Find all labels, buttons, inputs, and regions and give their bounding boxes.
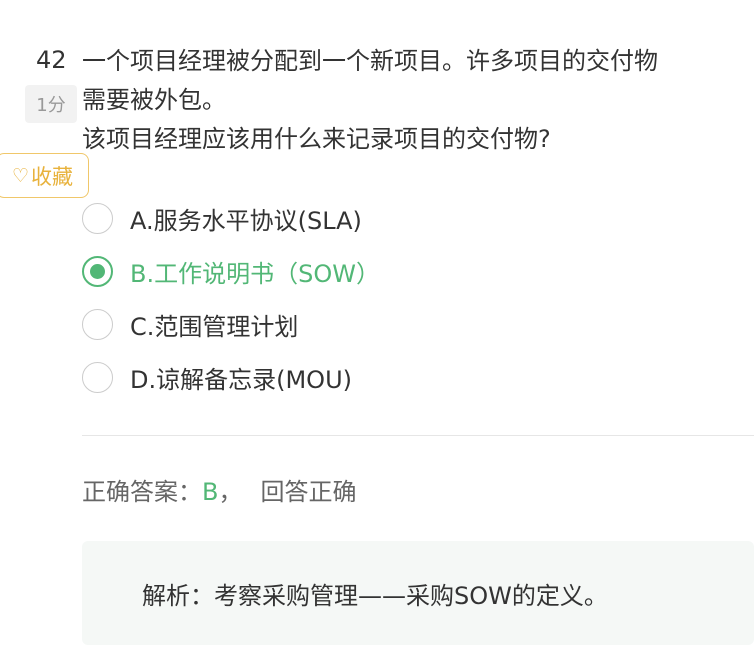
analysis-box: 解析：考察采购管理——采购SOW的定义。 <box>82 541 754 645</box>
answer-result: 回答正确 <box>260 478 357 506</box>
question-line: 需要被外包。 <box>82 86 226 114</box>
option-c[interactable]: C.范围管理计划 <box>82 298 380 351</box>
option-label: B.工作说明书（SOW） <box>130 260 380 288</box>
option-label: C.范围管理计划 <box>130 313 299 341</box>
answer-letter: B <box>202 478 219 506</box>
option-b[interactable]: B.工作说明书（SOW） <box>82 245 380 298</box>
option-label: A.服务水平协议(SLA) <box>130 207 362 235</box>
radio-button-checked[interactable] <box>82 256 113 287</box>
answer-options: A.服务水平协议(SLA) B.工作说明书（SOW） C.范围管理计划 D.谅解… <box>82 192 380 404</box>
radio-button[interactable] <box>82 362 113 393</box>
radio-button[interactable] <box>82 203 113 234</box>
question-line: 一个项目经理被分配到一个新项目。许多项目的交付物 <box>82 47 658 75</box>
radio-button[interactable] <box>82 309 113 340</box>
option-label: D.谅解备忘录(MOU) <box>130 366 352 394</box>
favorite-button[interactable]: ♡ 收藏 <box>0 153 89 198</box>
option-d[interactable]: D.谅解备忘录(MOU) <box>82 351 380 404</box>
correct-answer: 正确答案：B， 回答正确 <box>82 472 356 507</box>
question-score-badge: 1分 <box>25 85 77 123</box>
heart-icon: ♡ <box>11 164 30 187</box>
analysis-text: 解析：考察采购管理——采购SOW的定义。 <box>142 581 608 610</box>
question-number: 42 <box>36 46 67 74</box>
question-line: 该项目经理应该用什么来记录项目的交付物? <box>82 125 551 153</box>
question-text: 一个项目经理被分配到一个新项目。许多项目的交付物 需要被外包。 该项目经理应该用… <box>82 42 754 159</box>
divider <box>82 435 754 436</box>
favorite-label: 收藏 <box>31 164 74 189</box>
option-a[interactable]: A.服务水平协议(SLA) <box>82 192 380 245</box>
answer-prefix: 正确答案： <box>82 478 202 506</box>
answer-separator: ， <box>218 478 243 506</box>
